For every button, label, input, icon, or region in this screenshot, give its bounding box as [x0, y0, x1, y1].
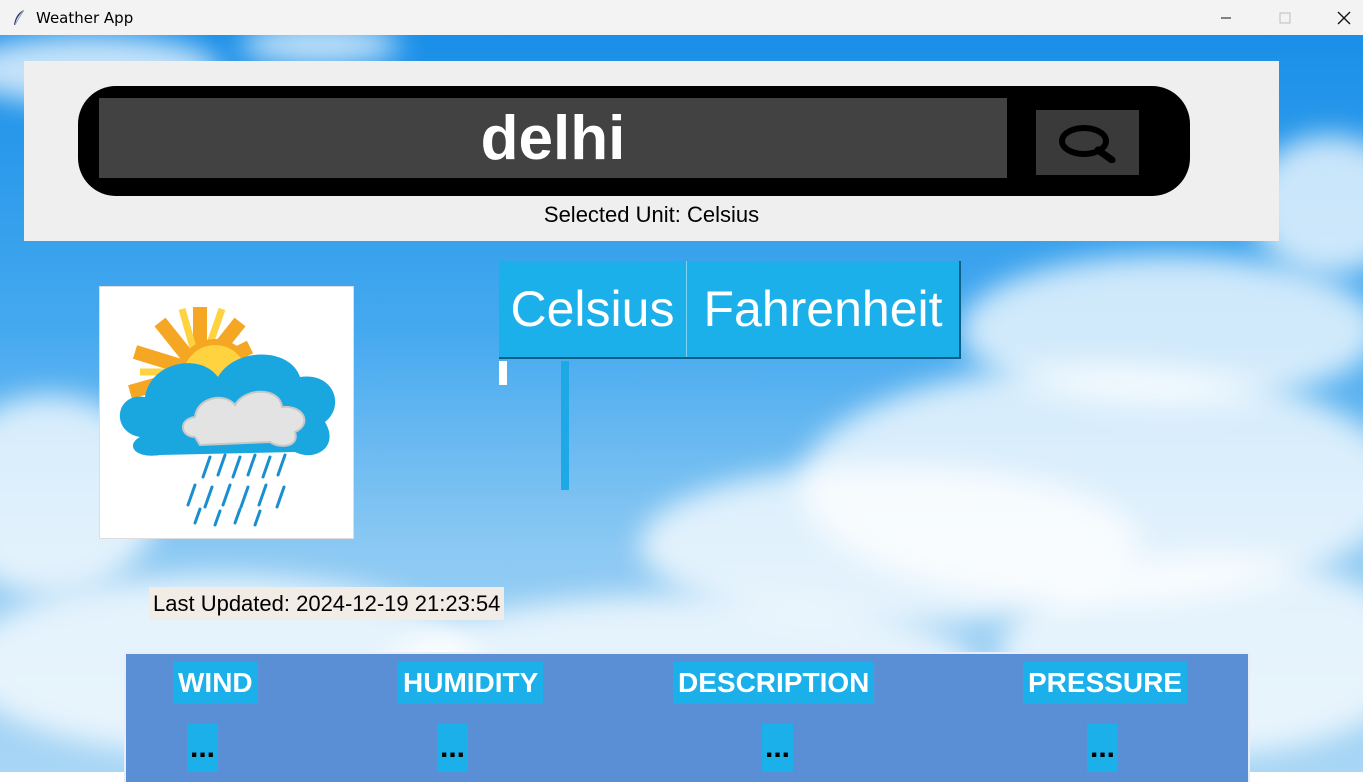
- window-title: Weather App: [36, 8, 134, 27]
- maximize-button[interactable]: [1256, 0, 1314, 35]
- scale-marker: [499, 361, 507, 385]
- search-button[interactable]: [1036, 110, 1139, 175]
- pressure-value: ...: [1087, 724, 1119, 772]
- pressure-heading: PRESSURE: [1023, 662, 1188, 704]
- celsius-button[interactable]: Celsius: [499, 261, 687, 357]
- selected-unit-label: Selected Unit: Celsius: [543, 202, 760, 227]
- close-icon: [1337, 11, 1351, 24]
- wind-value: ...: [187, 724, 219, 772]
- scale-bar: [561, 361, 569, 490]
- search-icon: [1058, 124, 1115, 163]
- close-button[interactable]: [1315, 0, 1363, 35]
- fahrenheit-button[interactable]: Fahrenheit: [687, 261, 959, 357]
- last-updated-label: Last Updated: 2024-12-19 21:23:54: [149, 587, 505, 620]
- humidity-value: ...: [437, 724, 469, 772]
- weather-image: [99, 286, 354, 539]
- minimize-button[interactable]: [1197, 0, 1255, 35]
- maximize-icon: [1279, 12, 1291, 23]
- wind-heading: WIND: [173, 662, 258, 704]
- description-value: ...: [762, 724, 794, 772]
- feather-icon: [14, 9, 25, 25]
- city-search-input[interactable]: [99, 98, 1007, 178]
- humidity-heading: HUMIDITY: [398, 662, 544, 704]
- title-bar: Weather App: [0, 0, 1363, 35]
- minimize-icon: [1221, 17, 1231, 18]
- sun-cloud-rain-icon: [119, 307, 336, 527]
- unit-toggle: Celsius Fahrenheit: [499, 261, 961, 359]
- description-heading: DESCRIPTION: [673, 662, 875, 704]
